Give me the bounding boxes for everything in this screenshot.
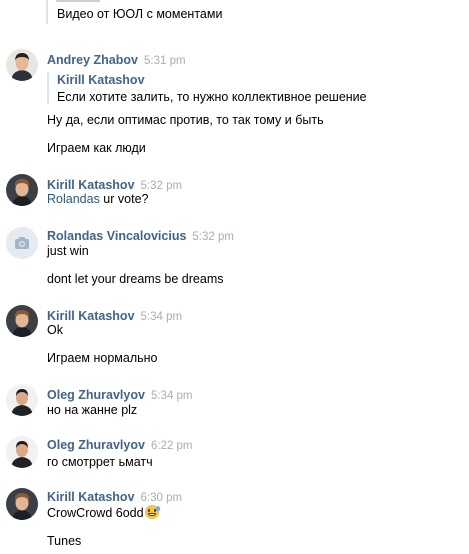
message-time[interactable]: 5:32 pm xyxy=(141,180,183,192)
message-author[interactable]: Kirill Katashov 5:32 pm xyxy=(47,178,182,192)
author-name[interactable]: Kirill Katashov xyxy=(47,490,135,504)
oleg-avatar-icon xyxy=(6,436,38,468)
message-text: Ну да, если оптимас против, то так тому … xyxy=(47,113,324,127)
author-name[interactable]: Oleg Zhuravlyov xyxy=(47,388,145,402)
message-text: just win xyxy=(47,244,89,258)
message-time[interactable]: 6:30 pm xyxy=(141,492,183,504)
message-text: но на жанне plz xyxy=(47,403,138,417)
camera-icon xyxy=(6,227,38,259)
message-text: го смотррет ьматч xyxy=(47,455,153,469)
message-author[interactable]: Rolandas Vincalovicius 5:32 pm xyxy=(47,229,234,243)
message-time[interactable]: 5:31 pm xyxy=(144,55,186,67)
message-author[interactable]: Kirill Katashov 6:30 pm xyxy=(47,490,182,504)
message-time[interactable]: 6:22 pm xyxy=(151,440,193,452)
quote-bar xyxy=(47,72,49,104)
message-text-content: CrowCrowd 6odd xyxy=(47,506,144,520)
quote-bar xyxy=(46,0,48,24)
avatar[interactable] xyxy=(6,227,38,259)
kirill-avatar-icon xyxy=(6,174,38,206)
quote-text: Видео от ЮОЛ с моментами xyxy=(57,7,223,21)
mention-link[interactable]: Rolandas xyxy=(47,192,100,206)
avatar[interactable] xyxy=(6,436,38,468)
andrey-avatar-icon xyxy=(6,49,38,81)
message-text: CrowCrowd 6odd xyxy=(47,505,160,520)
author-name[interactable]: Rolandas Vincalovicius xyxy=(47,229,186,243)
message-author[interactable]: Oleg Zhuravlyov 5:34 pm xyxy=(47,388,193,402)
quote-author-cutoff xyxy=(56,0,100,2)
message-time[interactable]: 5:34 pm xyxy=(151,390,193,402)
oleg-avatar-icon xyxy=(6,384,38,416)
message-author[interactable]: Oleg Zhuravlyov 6:22 pm xyxy=(47,438,193,452)
message-text: Rolandas ur vote? xyxy=(47,192,148,206)
message-text: Играем как люди xyxy=(47,141,146,155)
avatar[interactable] xyxy=(6,384,38,416)
author-name[interactable]: Kirill Katashov xyxy=(47,178,135,192)
kirill-avatar-icon xyxy=(6,305,38,337)
avatar[interactable] xyxy=(6,174,38,206)
message-text: dont let your dreams be dreams xyxy=(47,272,224,286)
message-time[interactable]: 5:34 pm xyxy=(141,311,183,323)
message-text-rest: ur vote? xyxy=(99,192,149,206)
author-name[interactable]: Andrey Zhabov xyxy=(47,53,138,67)
message-text: Tunes xyxy=(47,534,82,548)
message-text: Играем нормально xyxy=(47,351,158,365)
message-text: Ok xyxy=(47,323,63,337)
avatar[interactable] xyxy=(6,488,38,520)
author-name[interactable]: Kirill Katashov xyxy=(47,309,135,323)
avatar[interactable] xyxy=(6,305,38,337)
quote-author[interactable]: Kirill Katashov xyxy=(57,73,145,87)
kirill-avatar-icon xyxy=(6,488,38,520)
author-name[interactable]: Oleg Zhuravlyov xyxy=(47,438,145,452)
quote-text: Если хотите залить, то нужно коллективно… xyxy=(57,90,367,104)
grinning-sweat-emoji-icon xyxy=(144,505,160,519)
avatar[interactable] xyxy=(6,49,38,81)
message-time[interactable]: 5:32 pm xyxy=(192,231,234,243)
message-author[interactable]: Kirill Katashov 5:34 pm xyxy=(47,309,182,323)
message-author[interactable]: Andrey Zhabov 5:31 pm xyxy=(47,53,186,67)
